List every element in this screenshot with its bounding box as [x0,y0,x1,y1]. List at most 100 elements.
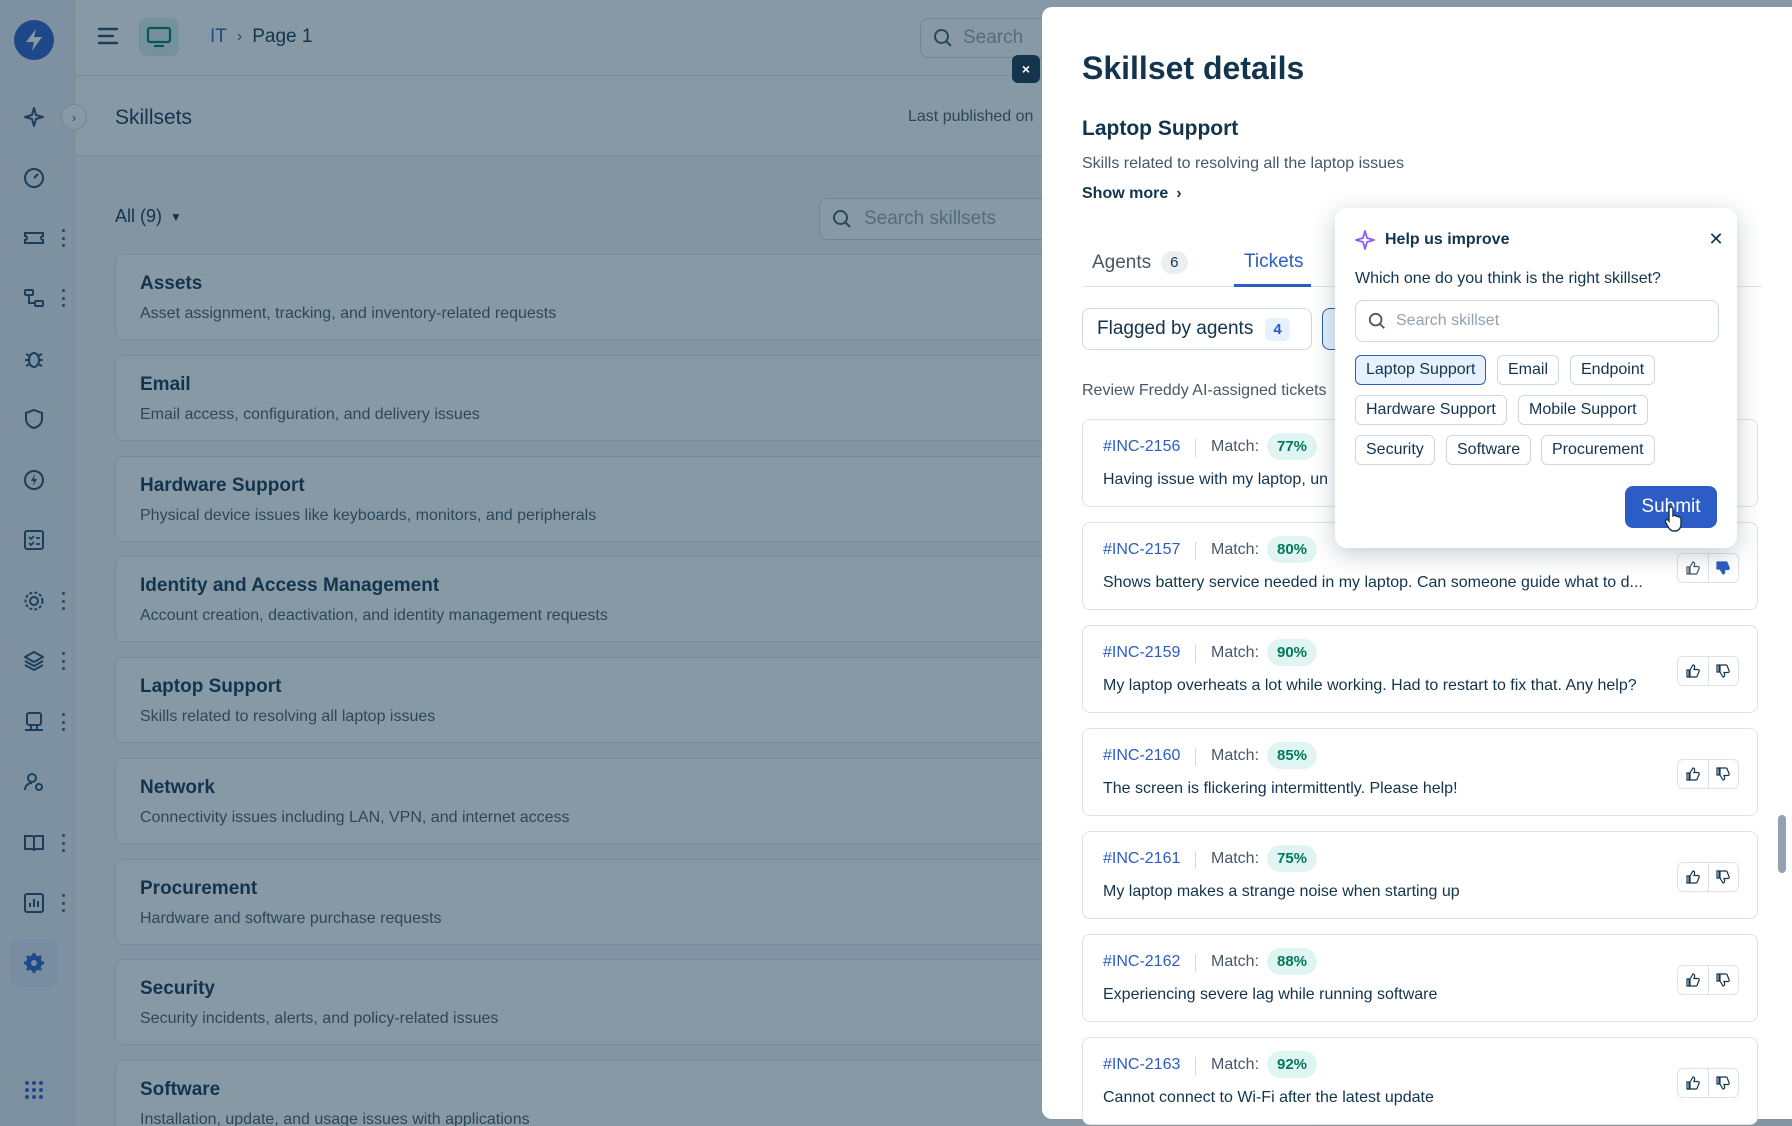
match-badge: 90% [1267,639,1318,666]
thumbs-up-button[interactable] [1678,657,1708,685]
ticket-id[interactable]: #INC-2162 [1103,953,1180,971]
popover-title: Help us improve [1385,231,1510,248]
ticket-subject: Experiencing severe lag while running so… [1103,986,1438,1003]
match-label: Match: [1211,438,1260,455]
help-us-improve-popover: Help us improve ✕ Which one do you think… [1335,208,1737,548]
flagged-label: Flagged by agents [1097,318,1254,339]
divider [1195,748,1196,766]
thumbs-down-icon [1716,767,1731,781]
skillset-option-email[interactable]: Email [1497,355,1560,385]
match-label: Match: [1211,850,1260,867]
thumbs-up-icon [1686,561,1700,575]
feedback-group [1677,1068,1739,1098]
ticket-row[interactable]: #INC-2162 Match: 88% Experiencing severe … [1082,934,1758,1022]
thumbs-up-button[interactable] [1678,966,1708,994]
match-label: Match: [1211,1056,1260,1073]
drawer-title: Skillset details [1082,50,1305,86]
thumbs-down-button[interactable] [1707,657,1738,685]
ticket-row[interactable]: #INC-2159 Match: 90% My laptop overheats … [1082,625,1758,713]
close-icon: × [1021,61,1031,77]
skillset-option-laptop-support[interactable]: Laptop Support [1355,355,1487,385]
ticket-subject: The screen is flickering intermittently.… [1103,780,1458,797]
thumbs-up-button[interactable] [1678,554,1708,582]
tab-agents[interactable]: Agents 6 [1092,251,1188,274]
thumbs-down-button[interactable] [1707,760,1738,788]
thumbs-down-icon [1716,973,1731,987]
divider [1195,851,1196,869]
tab-count: 6 [1161,251,1188,274]
match-badge: 85% [1267,742,1318,769]
feedback-group [1677,656,1739,686]
ticket-id[interactable]: #INC-2156 [1103,438,1180,456]
thumbs-up-icon [1686,973,1700,987]
tab-tickets[interactable]: Tickets [1244,251,1303,273]
ticket-subject: My laptop overheats a lot while working.… [1103,677,1637,694]
popover-header: Help us improve [1355,230,1509,250]
ticket-subject: My laptop makes a strange noise when sta… [1103,883,1460,900]
flagged-by-agents-filter[interactable]: Flagged by agents 4 [1082,308,1312,350]
ticket-id[interactable]: #INC-2159 [1103,644,1180,662]
ticket-row[interactable]: #INC-2160 Match: 85% The screen is flicke… [1082,728,1758,816]
show-more-label: Show more [1082,185,1169,202]
match-badge: 75% [1267,845,1318,872]
thumbs-down-icon [1716,1076,1731,1090]
drawer-scrollbar[interactable] [1778,815,1786,873]
thumbs-up-icon [1686,664,1700,678]
ticket-row[interactable]: #INC-2161 Match: 75% My laptop makes a st… [1082,831,1758,919]
divider [1195,645,1196,663]
sparkle-icon [1355,230,1375,250]
skillset-option-endpoint[interactable]: Endpoint [1570,355,1656,385]
skillset-option-mobile-support[interactable]: Mobile Support [1518,395,1648,425]
match-badge: 77% [1267,433,1318,460]
thumbs-up-icon [1686,1076,1700,1090]
ticket-row[interactable]: #INC-2163 Match: 92% Cannot connect to Wi… [1082,1037,1758,1125]
hand-cursor-icon [1664,506,1682,532]
thumbs-down-icon [1716,664,1731,678]
skillset-description: Skills related to resolving all the lapt… [1082,155,1404,172]
match-badge: 80% [1267,536,1318,563]
match-label: Match: [1211,953,1260,970]
divider [1195,954,1196,972]
match-badge: 92% [1267,1051,1318,1078]
skillset-option-hardware-support[interactable]: Hardware Support [1355,395,1507,425]
divider [1195,1057,1196,1075]
chevron-right-icon: › [1176,185,1182,202]
thumbs-up-button[interactable] [1678,760,1708,788]
thumbs-up-button[interactable] [1678,863,1708,891]
match-label: Match: [1211,747,1260,764]
thumbs-down-button[interactable] [1707,863,1738,891]
skillset-option-procurement[interactable]: Procurement [1541,435,1655,465]
ticket-id[interactable]: #INC-2160 [1103,747,1180,765]
skillset-option-software[interactable]: Software [1446,435,1532,465]
drawer-close-button[interactable]: × [1012,55,1040,83]
popover-question: Which one do you think is the right skil… [1355,270,1661,287]
thumbs-up-icon [1686,870,1700,884]
divider [1195,542,1196,560]
feedback-group [1677,759,1739,789]
divider [1195,439,1196,457]
match-badge: 88% [1267,948,1318,975]
ticket-subject: Shows battery service needed in my lapto… [1103,574,1643,591]
thumbs-down-button[interactable] [1707,966,1738,994]
feedback-group [1677,965,1739,995]
thumbs-up-icon [1686,767,1700,781]
tab-label: Agents [1092,251,1152,273]
ticket-id[interactable]: #INC-2157 [1103,541,1180,559]
ticket-id[interactable]: #INC-2163 [1103,1056,1180,1074]
tab-label: Tickets [1244,251,1304,272]
search-placeholder: Search skillset [1396,312,1500,329]
skillset-name: Laptop Support [1082,117,1239,140]
thumbs-down-button[interactable] [1707,1069,1738,1097]
skillset-search-field[interactable]: Search skillset [1355,300,1719,342]
thumbs-down-button[interactable] [1707,554,1738,582]
skillset-details-drawer: Skillset details Laptop Support Skills r… [1042,7,1792,1125]
ticket-id[interactable]: #INC-2161 [1103,850,1180,868]
thumbs-up-button[interactable] [1678,1069,1708,1097]
search-icon [1368,312,1385,329]
close-icon[interactable]: ✕ [1705,228,1727,250]
skillset-option-security[interactable]: Security [1355,435,1435,465]
thumbs-down-icon [1716,870,1731,884]
show-more-link[interactable]: Show more › [1082,185,1182,203]
review-hint: Review Freddy AI-assigned tickets [1082,382,1327,399]
match-label: Match: [1211,644,1260,661]
